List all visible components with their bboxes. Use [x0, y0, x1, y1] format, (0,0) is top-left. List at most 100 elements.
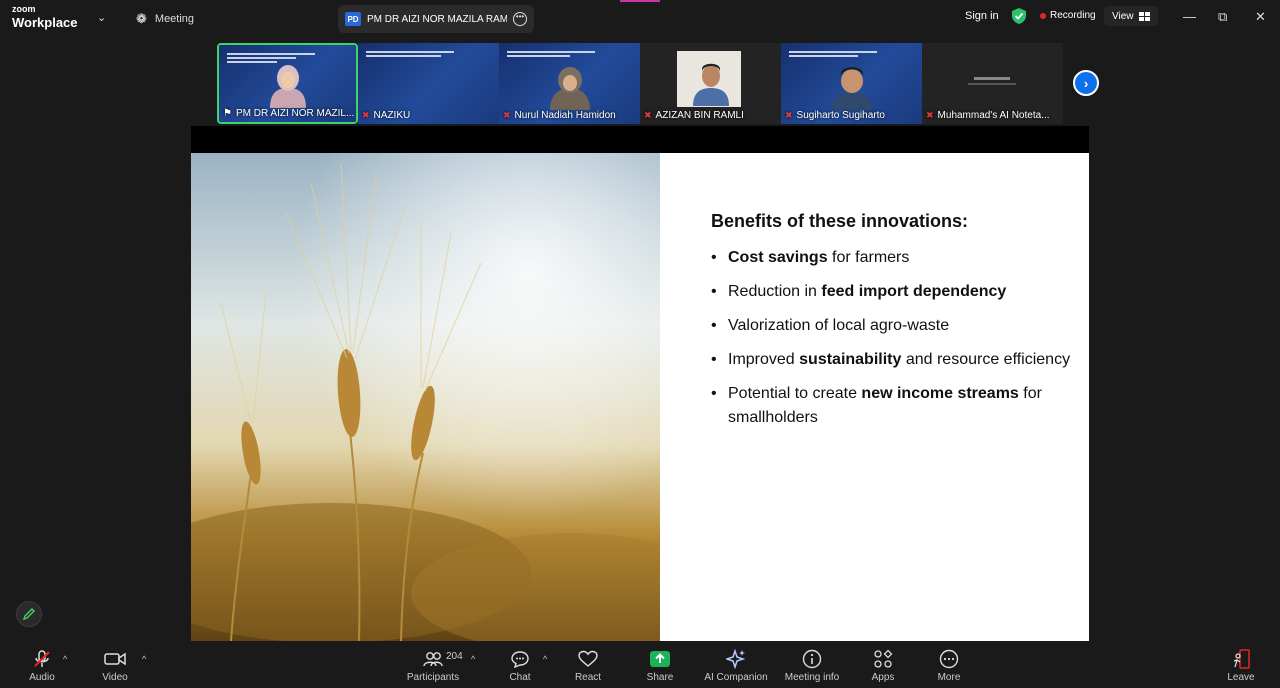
recording-indicator[interactable]: Recording	[1040, 10, 1096, 21]
more-dots-icon	[939, 649, 959, 669]
title-bar: zoom Workplace ⌄ ❁ Meeting PD PM DR AIZI…	[0, 0, 1280, 36]
video-button[interactable]: Video	[79, 648, 151, 683]
ai-notetaker-placeholder-line	[968, 83, 1016, 85]
participant-name: Sugiharto Sugiharto	[796, 110, 885, 121]
participant-name: Muhammad's AI Noteta...	[937, 110, 1050, 121]
presentation-slide: Benefits of these innovations: Cost savi…	[191, 153, 1089, 641]
chevron-right-icon: ›	[1083, 75, 1089, 91]
sign-in-link[interactable]: Sign in	[965, 10, 999, 22]
participants-options-caret-icon[interactable]: ^	[471, 654, 475, 664]
participant-name: Nurul Nadiah Hamidon	[514, 110, 616, 121]
ai-sparkle-icon	[726, 649, 746, 669]
participants-label: Participants	[406, 672, 460, 683]
pencil-icon	[22, 608, 35, 621]
participant-name-row: ✖ Muhammad's AI Noteta...	[926, 110, 1050, 121]
meeting-tab[interactable]: ❁ Meeting	[136, 11, 194, 27]
meeting-controls-toolbar: Audio ^ Video ^ Participants 204 ^ Chat	[0, 644, 1280, 688]
participant-tile[interactable]: ✖ Nurul Nadiah Hamidon	[499, 43, 640, 124]
participant-video-strip: ⚑ PM DR AIZI NOR MAZIL... ✖ NAZIKU ✖ Nur…	[217, 43, 1063, 124]
info-icon	[802, 649, 822, 669]
restore-icon[interactable]: ⧉	[1218, 9, 1227, 25]
bullet-text: Improved	[728, 351, 800, 368]
annotate-button[interactable]	[16, 601, 42, 627]
apps-button[interactable]: Apps	[847, 648, 919, 683]
share-button[interactable]: Share	[624, 648, 696, 683]
ai-companion-label: AI Companion	[704, 672, 768, 683]
participant-name: PM DR AIZI NOR MAZIL...	[235, 108, 355, 119]
mic-muted-icon: ✖	[362, 110, 370, 120]
bullet-text: Reduction in	[728, 283, 822, 300]
audio-label: Audio	[29, 672, 55, 683]
bullet-item: Valorization of local agro-waste	[711, 314, 1071, 338]
grid-view-icon	[1138, 11, 1150, 21]
bullet-bold-text: feed import dependency	[821, 283, 1007, 300]
bullet-bold-text: new income streams	[861, 385, 1019, 402]
audio-options-caret-icon[interactable]: ^	[63, 654, 67, 664]
participant-count: 204	[446, 651, 463, 662]
participant-name-row: ✖ NAZIKU	[362, 110, 410, 121]
app-menu-chevron-icon[interactable]: ⌄	[97, 11, 106, 24]
ai-companion-button[interactable]: AI Companion	[700, 648, 772, 683]
leave-label: Leave	[1227, 672, 1255, 683]
bullet-item: Cost savings for farmers	[711, 246, 1071, 270]
sharer-name: PM DR AIZI NOR MAZILA RAMLI'	[367, 13, 507, 25]
participant-tile[interactable]: ✖ NAZIKU	[358, 43, 499, 124]
virtual-background-header	[366, 51, 491, 61]
view-label: View	[1112, 10, 1134, 22]
video-options-caret-icon[interactable]: ^	[142, 654, 146, 664]
heart-icon	[578, 650, 598, 667]
participant-tile[interactable]: ⚑ PM DR AIZI NOR MAZIL...	[217, 43, 358, 124]
view-button[interactable]: View	[1104, 6, 1158, 26]
zoom-workplace-logo: zoom Workplace	[12, 5, 78, 30]
participant-video-icon	[831, 67, 872, 110]
chat-options-caret-icon[interactable]: ^	[543, 654, 547, 664]
virtual-background-header	[789, 51, 914, 61]
share-screen-icon	[650, 651, 670, 667]
video-label: Video	[102, 672, 128, 683]
bullet-text: for farmers	[827, 249, 910, 266]
participant-video-icon	[549, 67, 590, 110]
apps-label: Apps	[871, 672, 895, 683]
bullet-item: Potential to create new income streams f…	[711, 382, 1071, 430]
participant-tile[interactable]: ✖ Muhammad's AI Noteta...	[922, 43, 1063, 124]
encryption-shield-icon[interactable]	[1012, 8, 1026, 24]
brand-line2: Workplace	[12, 15, 78, 30]
slide-title: Benefits of these innovations:	[711, 211, 969, 231]
bullet-text: Potential to create	[728, 385, 862, 402]
react-button[interactable]: React	[552, 648, 624, 683]
participant-tile[interactable]: ✖ AZIZAN BIN RAMLI	[640, 43, 781, 124]
participant-name-row: ✖ AZIZAN BIN RAMLI	[644, 110, 744, 121]
participants-icon	[423, 652, 443, 667]
slide-text-block: Benefits of these innovations: Cost savi…	[711, 211, 1071, 440]
zoom-meeting-window: zoom Workplace ⌄ ❁ Meeting PD PM DR AIZI…	[0, 0, 1280, 688]
leave-button[interactable]: Leave	[1205, 648, 1277, 683]
share-options-icon[interactable]: •••	[513, 12, 527, 26]
participant-name-row: ✖ Nurul Nadiah Hamidon	[503, 110, 616, 121]
mic-muted-icon	[34, 650, 50, 667]
participant-name: NAZIKU	[373, 110, 411, 121]
sharer-avatar-badge: PD	[345, 12, 361, 26]
pin-icon: ⚑	[223, 108, 232, 119]
more-label: More	[937, 672, 961, 683]
mic-muted-icon: ✖	[503, 110, 511, 120]
screen-share-indicator[interactable]: PD PM DR AIZI NOR MAZILA RAMLI' •••	[338, 5, 534, 33]
chat-bubble-icon	[511, 651, 529, 668]
react-label: React	[574, 672, 602, 683]
bullet-item: Improved sustainability and resource eff…	[711, 348, 1071, 372]
leave-door-icon	[1233, 649, 1250, 669]
minimize-icon[interactable]: —	[1183, 9, 1196, 24]
chat-label: Chat	[509, 672, 531, 683]
paw-icon: ❁	[136, 11, 147, 26]
recording-dot-icon	[1040, 12, 1046, 19]
close-icon[interactable]: ✕	[1255, 9, 1266, 25]
participant-tile[interactable]: ✖ Sugiharto Sugiharto	[781, 43, 922, 124]
shared-screen: Benefits of these innovations: Cost savi…	[191, 126, 1089, 641]
participant-name-row: ⚑ PM DR AIZI NOR MAZIL...	[223, 108, 354, 119]
participant-name-row: ✖ Sugiharto Sugiharto	[785, 110, 885, 121]
bullet-bold-text: Cost savings	[728, 249, 828, 266]
next-participants-button[interactable]: ›	[1073, 70, 1099, 96]
top-accent-bar	[620, 0, 660, 2]
apps-icon	[874, 649, 893, 668]
more-button[interactable]: More	[913, 648, 985, 683]
meeting-info-button[interactable]: Meeting info	[776, 648, 848, 683]
